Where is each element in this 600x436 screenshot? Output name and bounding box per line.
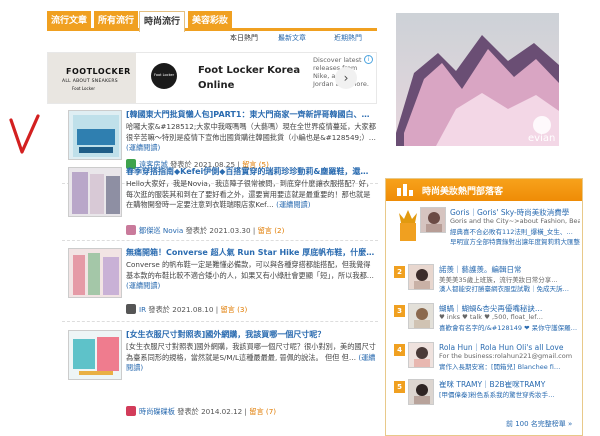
article-title[interactable]: [韓國東大門批貨懶人包]PART1：東大門商家一齊新評哥韓國白、封… (126, 109, 376, 120)
article-summary: Hello大家好，我是Novia，我這陣子很常被問，到底穿什麼讓衣服搭配？好，每… (126, 179, 374, 209)
blogger-item[interactable]: 5 崔咪 TRAMY｜B2B崔咪TRAMY [甲價偉秦]粉色系系我的驚世穿秀妝手… (394, 379, 580, 415)
blogger-item[interactable]: Goris｜Goris' Sky-時尚美妝消費學 Goris and the C… (394, 207, 580, 246)
author-name[interactable]: 時尚碟碟板 (139, 407, 175, 416)
author-name[interactable]: IR (139, 305, 146, 314)
advertisement[interactable]: FOOTLOCKER ALL ABOUT SNEAKERS Foot Locke… (47, 52, 377, 104)
article-title[interactable]: [女生衣服尺寸對照表]國外網購，我該買哪一個尺寸呢？ (126, 329, 376, 340)
blogger-item[interactable]: 3 蝴蝸｜蝴蝸&杏尖再優嘴秘訣… ♥ inks ♥ talk ♥ ,500, f… (394, 303, 580, 339)
author-name[interactable]: 鄒傑巡 Novia (139, 226, 183, 235)
ad-brand-sub2: Foot Locker (72, 86, 95, 91)
blogger-avatar[interactable] (408, 264, 434, 290)
ad-brand-logo: FOOTLOCKER (66, 67, 131, 76)
blogger-desc: ♥ inks ♥ talk ♥ ,500, float_lef… (439, 313, 544, 321)
crown-icon (399, 210, 417, 241)
blogger-avatar[interactable] (420, 207, 446, 233)
author-avatar[interactable] (126, 304, 136, 314)
blogger-item[interactable]: 4 Rola Hun｜Rola Hun Oli's all Love For t… (394, 342, 580, 378)
blogger-avatar[interactable] (408, 342, 434, 368)
comment-count[interactable]: 留言 (3) (220, 305, 247, 314)
read-more-link[interactable]: (運續閱讀) (126, 143, 160, 152)
evian-logo: evian (528, 133, 555, 144)
blogger-post[interactable]: [甲價偉秦]粉色系系我的驚世穿秀妝手… (439, 389, 579, 399)
sort-links: • 本日熱門 • 最新文章 • 近期熱門 (230, 33, 362, 42)
blogger-post[interactable]: 漢人都能安打勝臺網衣服型試戰｜免成天訴… (439, 283, 579, 293)
article-item[interactable]: [女生衣服尺寸對照表]國外網購，我該買哪一個尺寸呢？ [女生衣服尺寸對照表]國外… (62, 324, 378, 436)
blogger-post[interactable]: 實作入長期安寫：[開箱兒] Blanchee fi… (439, 361, 579, 371)
info-icon[interactable]: i (364, 55, 373, 64)
blogger-desc: For the business:rolahun221@gmail.com (439, 352, 573, 360)
article-summary: Converse 的帆布鞋一定是難懂必備款，可以與各種穿搭都能搭配，但我覺得基本… (126, 260, 374, 290)
top-bloggers-header: 時尚美妝熱門部落客 (386, 179, 582, 201)
comment-count[interactable]: 留言 (7) (249, 407, 276, 416)
blogger-item[interactable]: 2 諾羨｜藝護羨。編輯日常 美美美35歲上班族，流行美妝日常分享… 漢人都能安打… (394, 264, 580, 300)
blogger-post[interactable]: 喜歡會有名字的/&#128149 ❤ 呆你守護保羅… (439, 322, 579, 332)
trophy-icon (397, 184, 413, 196)
article-thumbnail[interactable] (68, 110, 122, 160)
article-thumbnail[interactable] (68, 330, 122, 380)
article-summary: 哈囉大家&#128512;大家中我嘅嗎嗎（大藝嗎）現在全世界疫情蔓延，大家都很辛… (126, 122, 376, 152)
tab-beauty-makeup[interactable]: 美容彩妝 (188, 11, 232, 31)
rank-badge: 3 (394, 305, 405, 317)
article-meta: 鄒傑巡 Novia 發表於 2021.03.30 | 留言 (2) (126, 225, 284, 236)
tab-all-trends[interactable]: 所有流行 (94, 11, 138, 31)
category-tabbar: 流行文章 所有流行 時尚流行 美容彩妝 (47, 11, 377, 32)
rank-badge: 5 (394, 381, 405, 393)
blogger-avatar[interactable] (408, 379, 434, 405)
checkmark-icon (9, 114, 40, 154)
chevron-right-icon[interactable]: › (335, 67, 357, 89)
tab-popular-articles[interactable]: 流行文章 (47, 11, 91, 31)
blogger-post[interactable]: 經典喜不合必敗有112法則_爆橫_女生、… (450, 226, 580, 236)
comment-count[interactable]: 留言 (2) (258, 226, 285, 235)
rank-badge: 4 (394, 344, 405, 356)
article-title[interactable]: 無痛開箱！Converse 超人氣 Run Star Hike 厚底帆布鞋，什麼… (126, 247, 376, 258)
ad-brand-badge: Foot Locker (151, 63, 177, 89)
article-meta: IR 發表於 2021.08.10 | 留言 (3) (126, 304, 247, 315)
article-item[interactable]: 無痛開箱！Converse 超人氣 Run Star Hike 厚底帆布鞋，什麼… (62, 242, 378, 322)
top-bloggers-title: 時尚美妝熱門部落客 (422, 187, 504, 197)
article-thumbnail[interactable] (68, 167, 122, 217)
tab-fashion-trends[interactable]: 時尚流行 (139, 11, 185, 32)
blogger-desc: Goris and the City~>about Fashion, Beaut… (450, 217, 580, 225)
article-summary: [女生衣服尺寸對照表]國外網購，我該買哪一個尺寸呢？很小對別，美的國尺寸為臺系同… (126, 342, 376, 372)
read-more-link[interactable]: (運續閱讀) (126, 281, 160, 290)
blogger-avatar[interactable] (408, 303, 434, 329)
photo-ad[interactable]: evian (396, 13, 559, 146)
ad-title[interactable]: Foot Locker Korea Online (198, 63, 318, 93)
author-avatar[interactable] (126, 406, 136, 416)
ad-brand-sub: ALL ABOUT SNEAKERS (62, 79, 118, 84)
rank-badge: 2 (394, 266, 405, 278)
blogger-post[interactable]: 早明宣方全部特賣錄對出讓年度賀莉莉大匯整… (450, 236, 580, 246)
article-title[interactable]: 春季穿搭指南◆Kefei伊側◆百搭實穿的瑞莉珍珍動莉&塵羅鞋，還有… (126, 166, 376, 177)
author-avatar[interactable] (126, 225, 136, 235)
read-more-link[interactable]: (運續閱讀) (276, 200, 310, 209)
full-ranking-link[interactable]: 前 100 名完整榜單 » (506, 419, 572, 429)
article-item[interactable]: 春季穿搭指南◆Kefei伊側◆百搭實穿的瑞莉珍珍動莉&塵羅鞋，還有… Hello… (62, 161, 378, 241)
article-thumbnail[interactable] (68, 248, 122, 298)
ad-image[interactable]: FOOTLOCKER ALL ABOUT SNEAKERS Foot Locke… (48, 53, 136, 103)
top-bloggers-box: 時尚美妝熱門部落客 Goris｜Goris' Sky-時尚美妝消費學 Goris… (385, 178, 583, 436)
article-meta: 時尚碟碟板 發表於 2014.02.12 | 留言 (7) (126, 406, 276, 417)
